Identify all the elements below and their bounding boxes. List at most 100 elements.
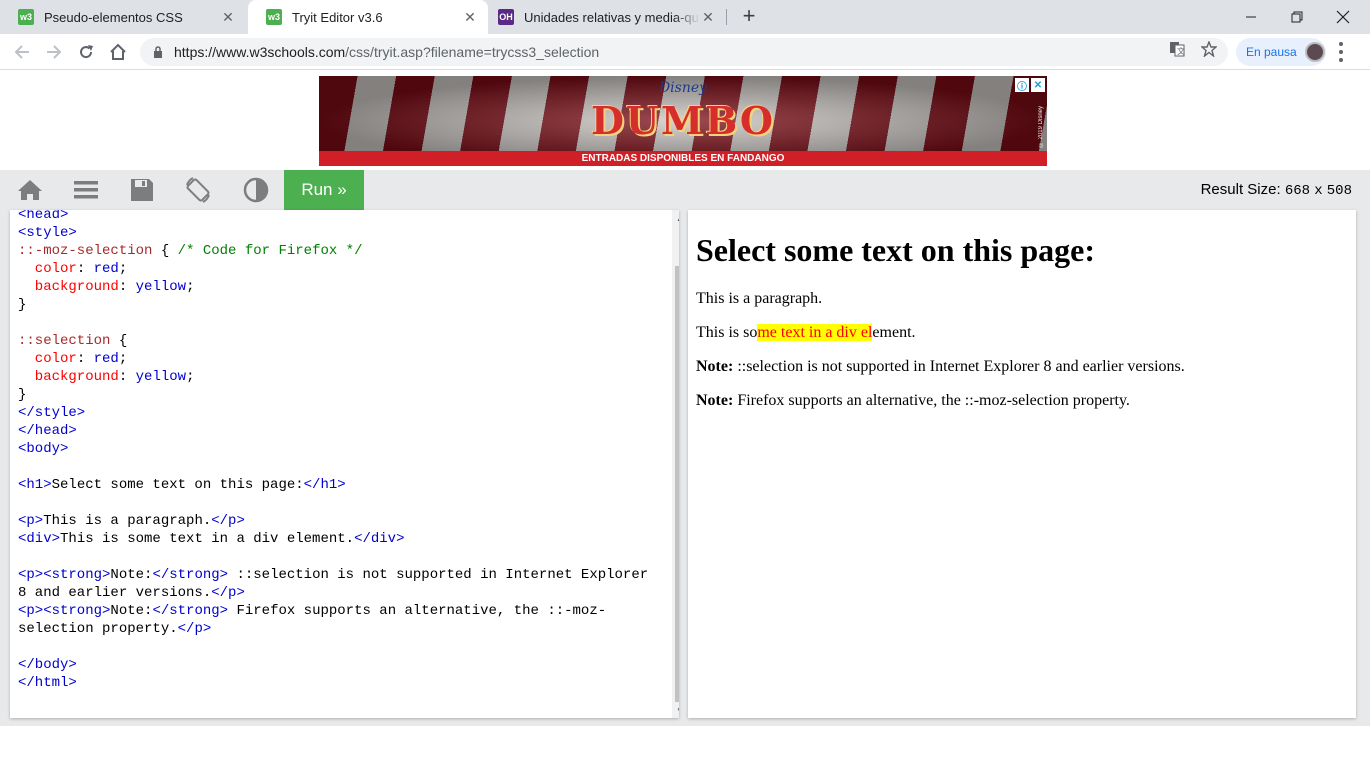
url-text: https://www.w3schools.com/css/tryit.asp?…: [174, 44, 599, 60]
contrast-icon: [243, 177, 269, 203]
scroll-up-icon[interactable]: ▲: [672, 210, 679, 226]
restore-button[interactable]: [1274, 0, 1320, 34]
code-content[interactable]: <head> <style>::-moz-selection { /* Code …: [18, 210, 648, 692]
code-token: </strong>: [152, 567, 229, 583]
new-tab-button[interactable]: +: [738, 4, 760, 30]
home-icon: [110, 43, 126, 60]
note-label: Note:: [696, 358, 734, 375]
note-text: Firefox supports an alternative, the ::-…: [733, 392, 1130, 409]
home-button[interactable]: [106, 40, 130, 64]
code-token: :: [76, 261, 94, 277]
avatar: [1304, 42, 1325, 62]
save-icon: [131, 179, 153, 201]
close-icon: [1336, 10, 1350, 24]
code-token: Note:: [110, 567, 153, 583]
ad-close-icon[interactable]: ✕: [1031, 78, 1045, 92]
code-line: <p><strong>Note:</strong> ::selection is…: [18, 566, 648, 584]
code-editor[interactable]: <head> <style>::-moz-selection { /* Code …: [10, 210, 679, 718]
openwebinars-icon: OH: [498, 9, 514, 25]
ad-banner[interactable]: Disney DUMBO © 2019 Disney ENTRADAS DISP…: [319, 76, 1047, 166]
close-tab-icon[interactable]: ✕: [220, 9, 236, 26]
tab-unidades-relativas[interactable]: OH Unidades relativas y media-queries ✕: [480, 0, 726, 34]
code-token: <body>: [18, 441, 69, 457]
result-size: Result Size: 668 x 508: [1201, 181, 1352, 199]
code-token: ::selection: [18, 333, 111, 349]
code-line: ::selection {: [18, 332, 648, 350]
back-button[interactable]: [10, 40, 34, 64]
code-line: }: [18, 296, 648, 314]
code-token: </p>: [211, 513, 245, 529]
theme-toggle-button[interactable]: [228, 170, 284, 210]
code-line: </style>: [18, 404, 648, 422]
code-line: <style>: [18, 224, 648, 242]
scrollbar-thumb[interactable]: [675, 266, 679, 702]
minimize-icon: [1246, 16, 1256, 18]
code-token: </p>: [211, 585, 245, 601]
code-token: <style>: [18, 225, 77, 241]
url-path: /css/tryit.asp?filename=trycss3_selectio…: [345, 44, 600, 60]
editor-scrollbar[interactable]: ▲ ▼: [672, 210, 679, 718]
reload-icon: [80, 45, 93, 59]
bookmark-star-icon[interactable]: [1200, 40, 1218, 58]
code-token: <p><strong>: [18, 603, 111, 619]
code-token: </strong>: [152, 603, 229, 619]
close-tab-icon[interactable]: ✕: [462, 9, 478, 26]
code-token: ;: [186, 369, 195, 385]
translate-icon[interactable]: 文: [1168, 40, 1186, 58]
scroll-down-icon[interactable]: ▼: [672, 702, 679, 718]
reload-button[interactable]: [74, 40, 98, 64]
save-button[interactable]: [114, 170, 170, 210]
home-button[interactable]: [2, 170, 58, 210]
code-token: <div>: [18, 531, 61, 547]
tab-separator: [726, 9, 727, 25]
div-text-before: This is so: [696, 324, 758, 341]
tab-title: Tryit Editor v3.6: [292, 9, 383, 25]
code-token: {: [152, 243, 178, 259]
browser-tab-bar: w3 Pseudo-elementos CSS ✕ w3 Tryit Edito…: [0, 0, 1370, 34]
code-token: </head>: [18, 423, 77, 439]
code-token: red: [93, 351, 119, 367]
result-pane[interactable]: Select some text on this page: This is a…: [688, 210, 1356, 718]
w3schools-icon: w3: [266, 9, 282, 25]
code-line: ::-moz-selection { /* Code for Firefox *…: [18, 242, 648, 260]
forward-button[interactable]: [42, 40, 66, 64]
run-button[interactable]: Run »: [284, 170, 364, 210]
code-line: <p><strong>Note:</strong> Firefox suppor…: [18, 602, 648, 620]
ad-brand: Disney: [658, 80, 708, 96]
close-window-button[interactable]: [1320, 0, 1366, 34]
code-token: </div>: [354, 531, 405, 547]
restore-icon: [1291, 11, 1303, 23]
close-tab-icon[interactable]: ✕: [700, 9, 716, 26]
address-bar[interactable]: https://www.w3schools.com/css/tryit.asp?…: [140, 38, 1228, 66]
minimize-button[interactable]: [1228, 0, 1274, 34]
div-text-after: ement.: [872, 324, 916, 341]
result-heading: Select some text on this page:: [696, 232, 1096, 268]
code-token: /* Code for Firefox */: [177, 243, 363, 259]
profile-button[interactable]: En pausa: [1236, 38, 1326, 66]
code-token: </body>: [18, 657, 77, 673]
back-arrow-icon: [14, 45, 29, 59]
browser-menu-icon[interactable]: [1336, 42, 1346, 62]
tab-tryit-editor[interactable]: w3 Tryit Editor v3.6 ✕: [248, 0, 488, 34]
ad-info-icon[interactable]: ⓘ: [1015, 78, 1029, 93]
code-line: </head>: [18, 422, 648, 440]
tryit-toolbar: Run » Result Size: 668 x 508: [0, 170, 1370, 210]
result-size-label: Result Size:: [1200, 181, 1281, 198]
code-line: background: yellow;: [18, 278, 648, 296]
result-times: x: [1314, 183, 1323, 199]
home-icon: [18, 180, 42, 200]
menu-button[interactable]: [58, 170, 114, 210]
lock-icon[interactable]: [152, 45, 164, 59]
ad-strip: ENTRADAS DISPONIBLES EN FANDANGO: [319, 151, 1047, 166]
note-label: Note:: [696, 392, 734, 409]
code-line: <h1>Select some text on this page:</h1>: [18, 476, 648, 494]
rotate-layout-button[interactable]: [170, 170, 226, 210]
tab-pseudo-elementos[interactable]: w3 Pseudo-elementos CSS ✕: [0, 0, 246, 34]
forward-arrow-icon: [47, 45, 62, 59]
code-line: }: [18, 386, 648, 404]
code-token: <p><strong>: [18, 567, 111, 583]
code-token: selection property.: [18, 621, 178, 637]
code-token: Note:: [110, 603, 153, 619]
